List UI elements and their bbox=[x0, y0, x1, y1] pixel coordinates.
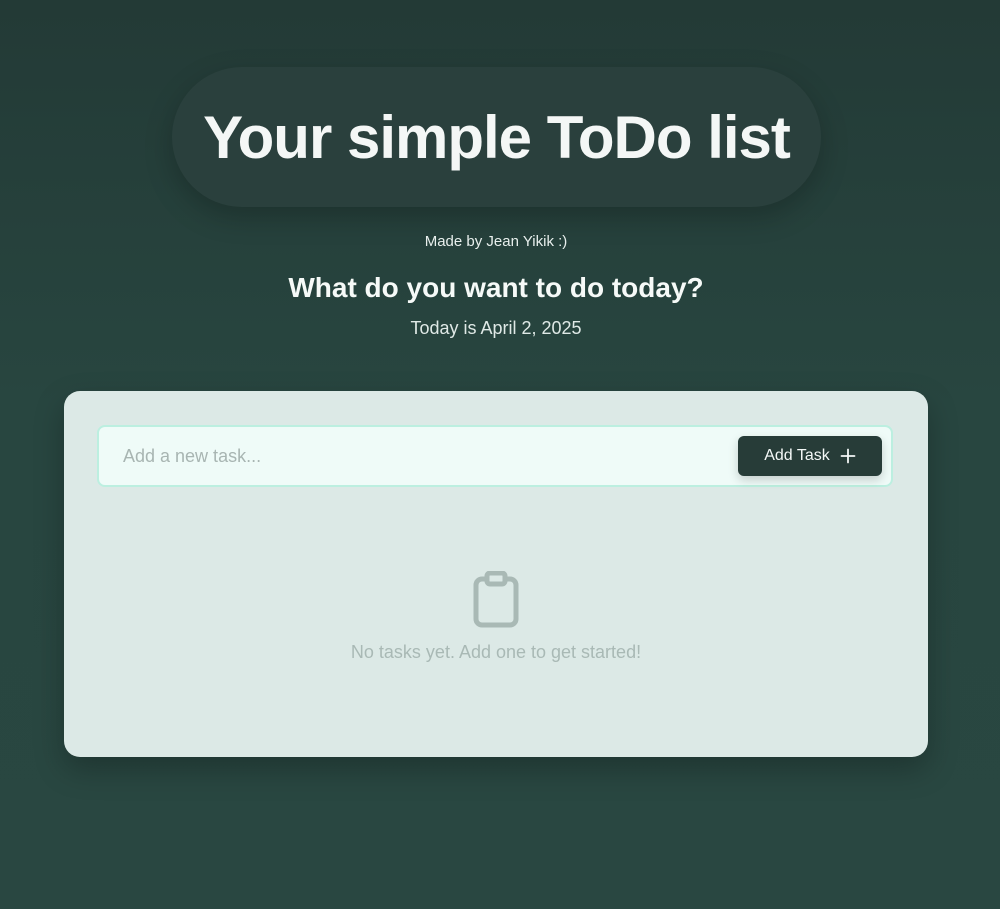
todo-card: Add Task No tasks yet. Add one to get st… bbox=[64, 391, 928, 757]
prompt-heading: What do you want to do today? bbox=[288, 272, 704, 303]
plus-icon bbox=[840, 448, 856, 464]
add-task-form: Add Task bbox=[97, 425, 893, 487]
add-task-button[interactable]: Add Task bbox=[738, 436, 882, 476]
empty-state: No tasks yet. Add one to get started! bbox=[64, 571, 928, 663]
author-credit: Made by Jean Yikik :) bbox=[424, 233, 568, 250]
clipboard-icon bbox=[473, 571, 519, 628]
empty-state-message: No tasks yet. Add one to get started! bbox=[350, 642, 642, 662]
new-task-input[interactable] bbox=[99, 427, 719, 485]
title-banner: Your simple ToDo list bbox=[172, 67, 821, 207]
add-task-button-label: Add Task bbox=[764, 447, 830, 464]
current-date: Today is April 2, 2025 bbox=[410, 318, 582, 338]
page-title: Your simple ToDo list bbox=[203, 103, 791, 171]
